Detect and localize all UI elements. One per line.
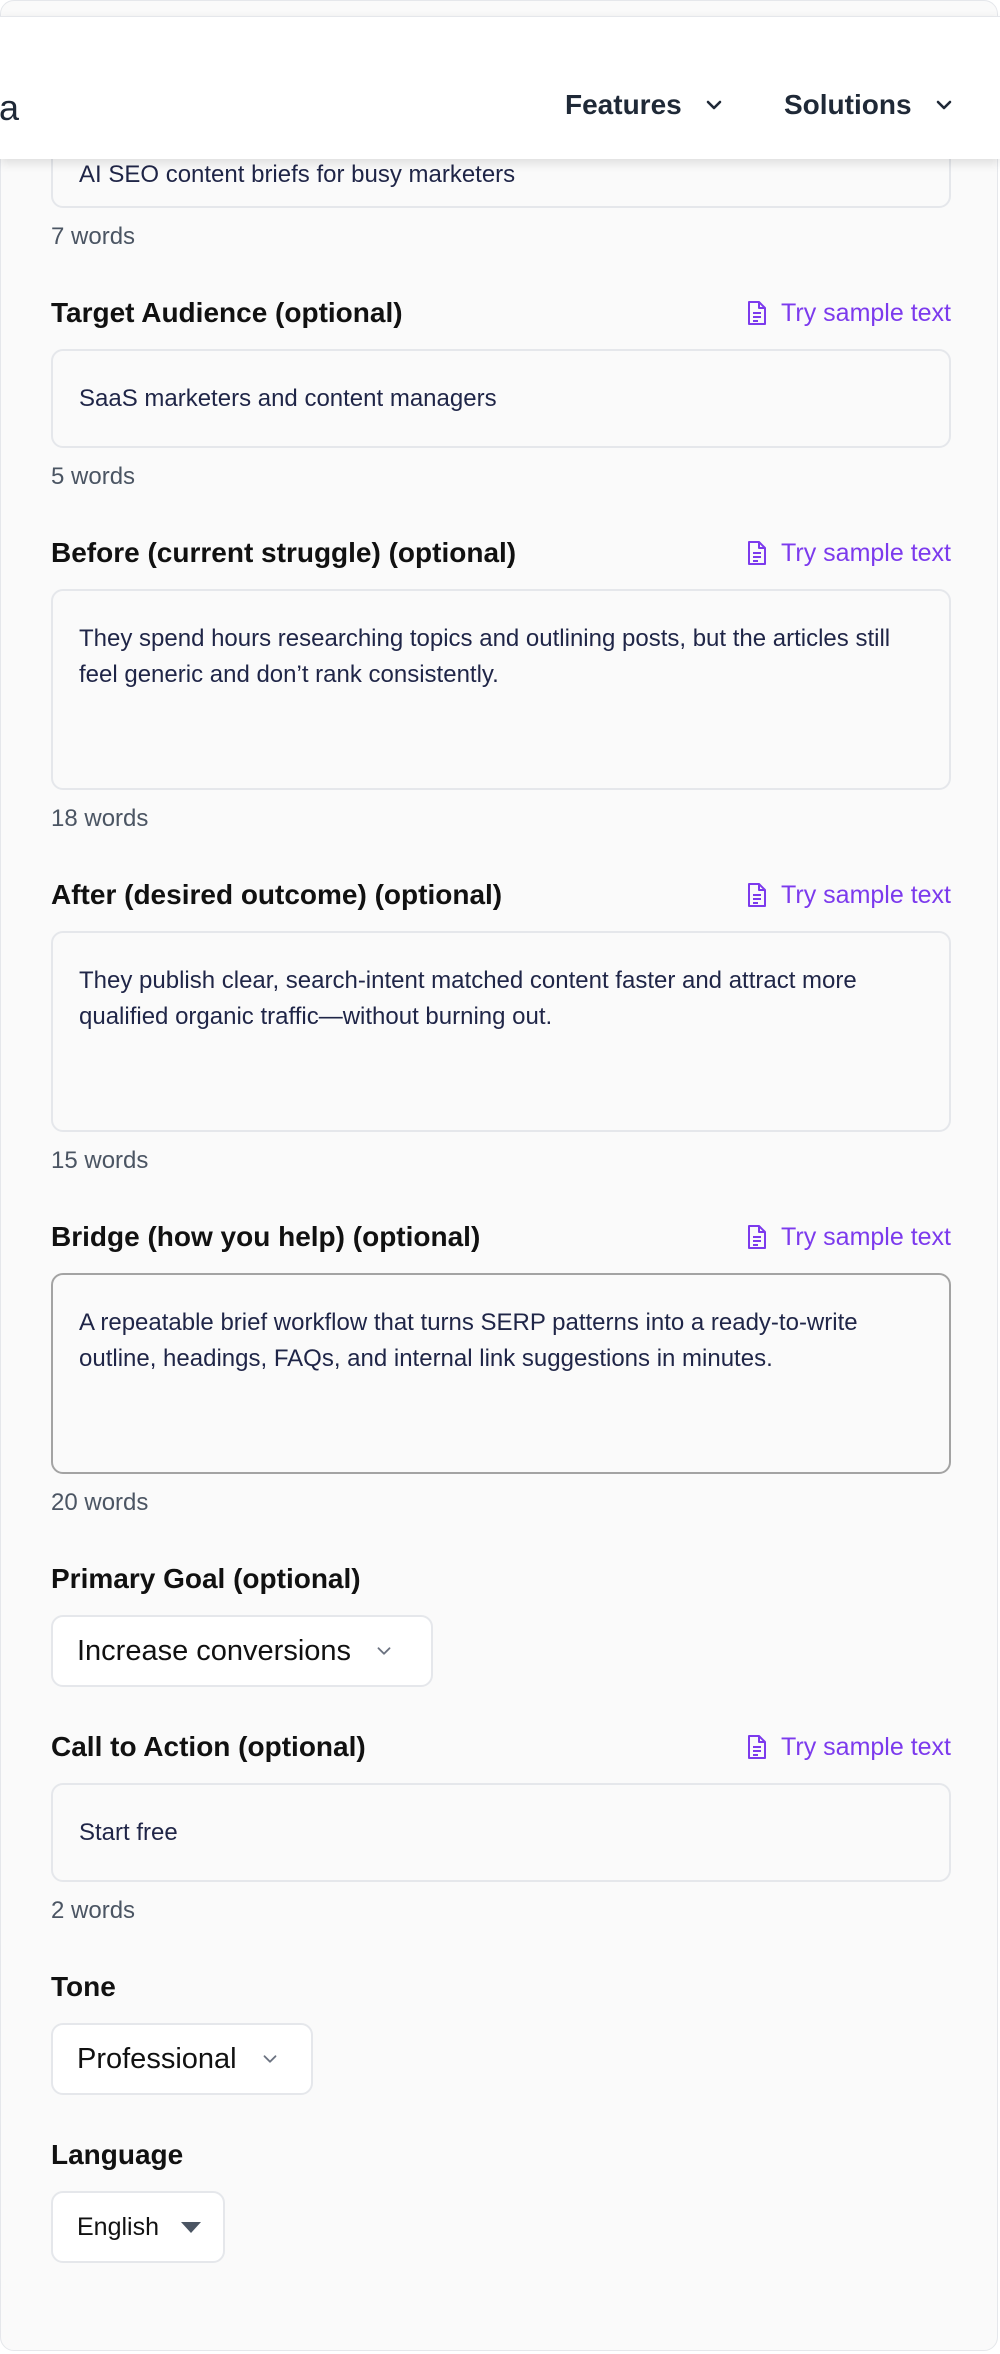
document-icon: [748, 883, 767, 907]
document-icon: [748, 301, 767, 325]
nav-features[interactable]: Features: [565, 89, 726, 121]
language-selected-value: English: [77, 2212, 159, 2241]
nav-solutions-label: Solutions: [784, 89, 912, 120]
sample-link-label: Try sample text: [781, 881, 951, 909]
language-select[interactable]: English: [51, 2191, 225, 2263]
form-card: AI SEO content briefs for busy marketers…: [0, 0, 998, 2351]
after-sample-link[interactable]: Try sample text: [745, 877, 951, 913]
caret-down-icon: [181, 2221, 201, 2233]
bridge-textarea[interactable]: A repeatable brief workflow that turns S…: [51, 1273, 951, 1474]
document-icon: [748, 1735, 767, 1759]
cta-input[interactable]: Start free: [51, 1783, 951, 1882]
goal-select[interactable]: Increase conversions: [51, 1615, 433, 1687]
product-word-count: 7 words: [51, 223, 136, 250]
after-word-count: 15 words: [51, 1147, 149, 1174]
sample-link-label: Try sample text: [781, 1733, 951, 1761]
audience-sample-link[interactable]: Try sample text: [745, 295, 951, 331]
goal-field: Primary Goal (optional) Increase convers…: [51, 1561, 951, 1687]
chevron-down-icon: [706, 100, 722, 110]
sample-link-label: Try sample text: [781, 539, 951, 567]
goal-selected-value: Increase conversions: [77, 1634, 352, 1667]
after-textarea[interactable]: They publish clear, search-intent matche…: [51, 931, 951, 1132]
before-field: Before (current struggle) (optional) Try…: [51, 535, 951, 832]
nav-solutions[interactable]: Solutions: [784, 89, 956, 121]
audience-field: Target Audience (optional) Try sample te…: [51, 295, 951, 490]
audience-input[interactable]: SaaS marketers and content managers: [51, 349, 951, 448]
language-field: Language English: [51, 2137, 951, 2263]
top-navigation: ia Features Solutions: [0, 16, 1000, 159]
sample-link-label: Try sample text: [781, 1223, 951, 1251]
brand-logo-text[interactable]: ia: [0, 87, 20, 129]
chevron-down-icon: [936, 100, 951, 110]
tone-selected-value: Professional: [77, 2042, 237, 2075]
audience-word-count: 5 words: [51, 463, 136, 490]
chevron-down-icon: [263, 2055, 277, 2063]
chevron-down-icon: [377, 1647, 391, 1655]
bridge-field: Bridge (how you help) (optional) Try sam…: [51, 1219, 951, 1516]
cta-word-count: 2 words: [51, 1897, 136, 1924]
cta-field: Call to Action (optional) Try sample tex…: [51, 1729, 951, 1924]
tone-field: Tone Professional: [51, 1969, 951, 2095]
before-word-count: 18 words: [51, 805, 149, 832]
before-textarea[interactable]: They spend hours researching topics and …: [51, 589, 951, 790]
language-label: Language: [51, 2139, 184, 2170]
nav-features-label: Features: [565, 89, 682, 120]
cta-sample-link[interactable]: Try sample text: [745, 1729, 951, 1765]
document-icon: [748, 541, 767, 565]
tone-select[interactable]: Professional: [51, 2023, 313, 2095]
document-icon: [748, 1225, 767, 1249]
sample-link-label: Try sample text: [781, 299, 951, 327]
before-sample-link[interactable]: Try sample text: [745, 535, 951, 571]
bridge-word-count: 20 words: [51, 1489, 149, 1516]
bridge-sample-link[interactable]: Try sample text: [745, 1219, 951, 1255]
after-field: After (desired outcome) (optional) Try s…: [51, 877, 951, 1174]
goal-label: Primary Goal (optional): [51, 1563, 361, 1594]
tone-label: Tone: [51, 1971, 116, 2002]
